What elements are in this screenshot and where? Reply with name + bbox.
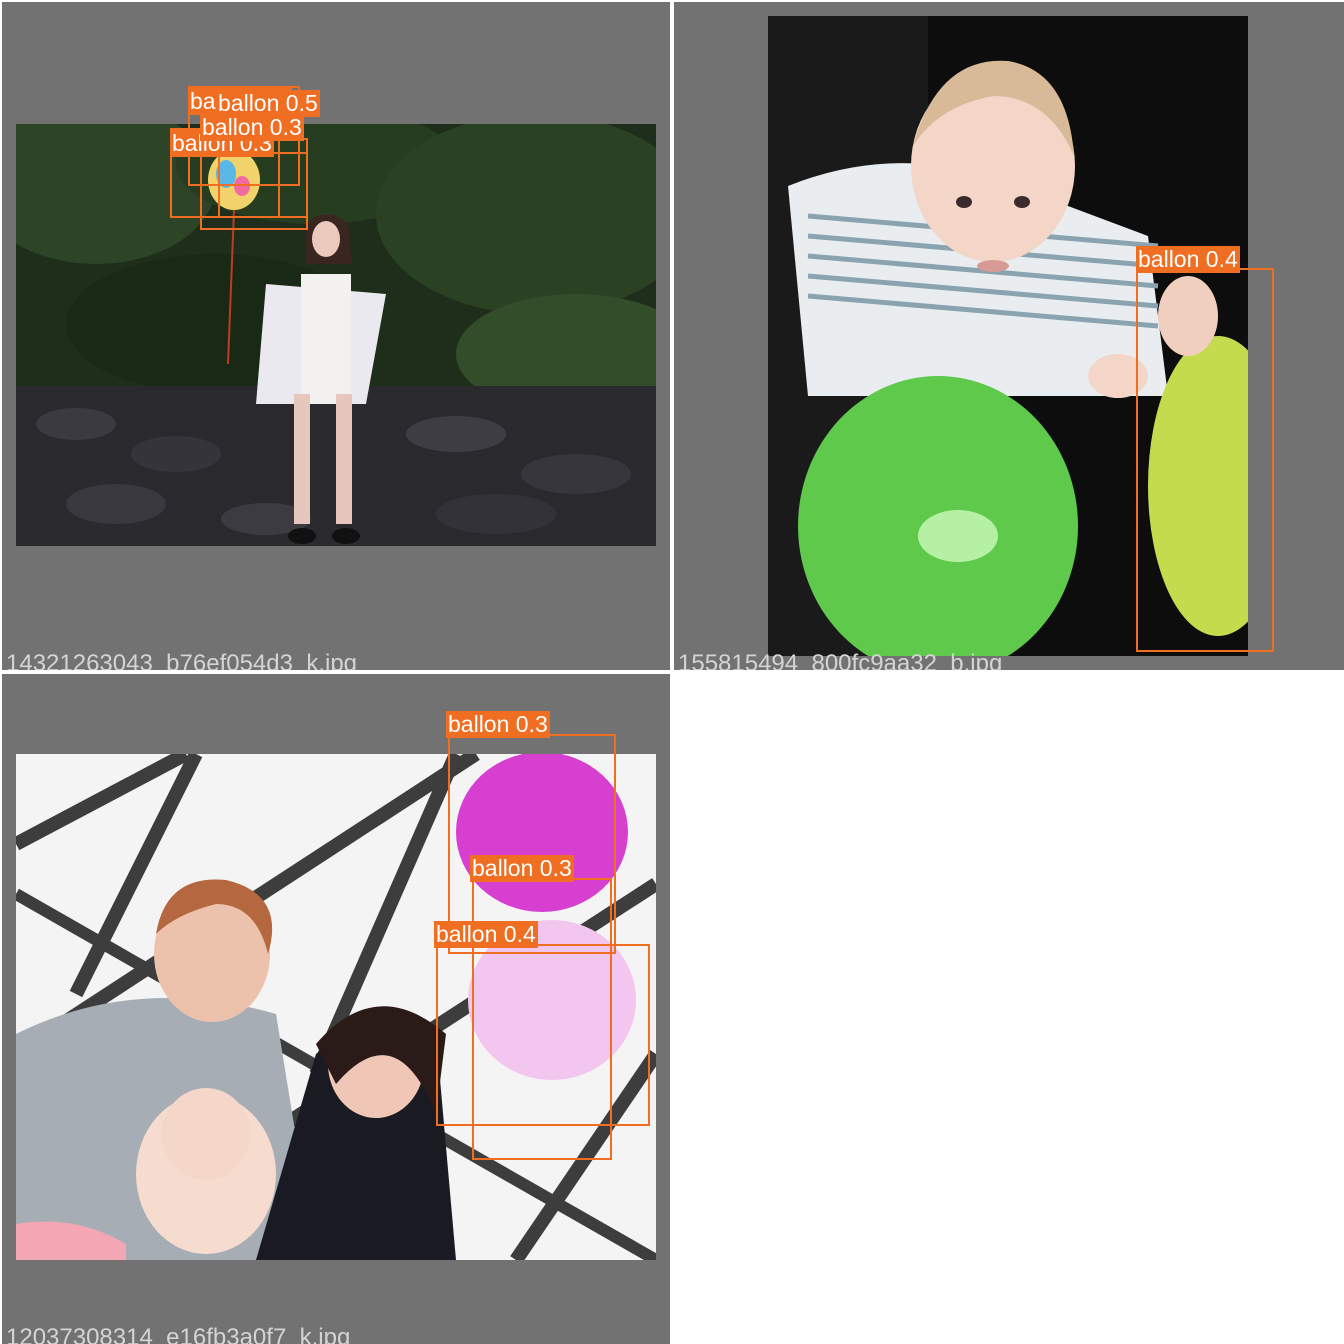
tile-3: ballon 0.3 ballon 0.3 ballon 0.4 1203730…	[2, 674, 670, 1344]
detection-label: ballon 0.3	[200, 114, 304, 141]
detection-label: ballon 0.5	[216, 90, 320, 117]
bbox	[218, 152, 308, 218]
tile-1-filename: 14321263043_b76ef054d3_k.jpg	[6, 650, 358, 670]
detection-label: ballon 0.3	[446, 711, 550, 738]
tile-1-photo	[16, 124, 656, 546]
tile-3-filename: 12037308314_e16fb3a0f7_k.jpg	[6, 1324, 351, 1344]
tile-1: ballon 0.5 ballon 0.3 ballon 0.3 ballon …	[2, 2, 670, 670]
bbox	[1136, 268, 1274, 652]
tile-2-filename: 155815494_800fc9aa32_b.jpg	[678, 650, 1003, 670]
girl-on-wall-image	[16, 124, 656, 546]
detection-label: ballon 0.3	[470, 855, 574, 882]
detection-label: ballon 0.4	[1136, 246, 1240, 273]
bbox	[436, 944, 650, 1126]
detection-label: ballon 0.4	[434, 921, 538, 948]
tile-2: ballon 0.4 155815494_800fc9aa32_b.jpg	[674, 2, 1344, 670]
detection-mosaic: ballon 0.5 ballon 0.3 ballon 0.3 ballon …	[0, 0, 1344, 1344]
